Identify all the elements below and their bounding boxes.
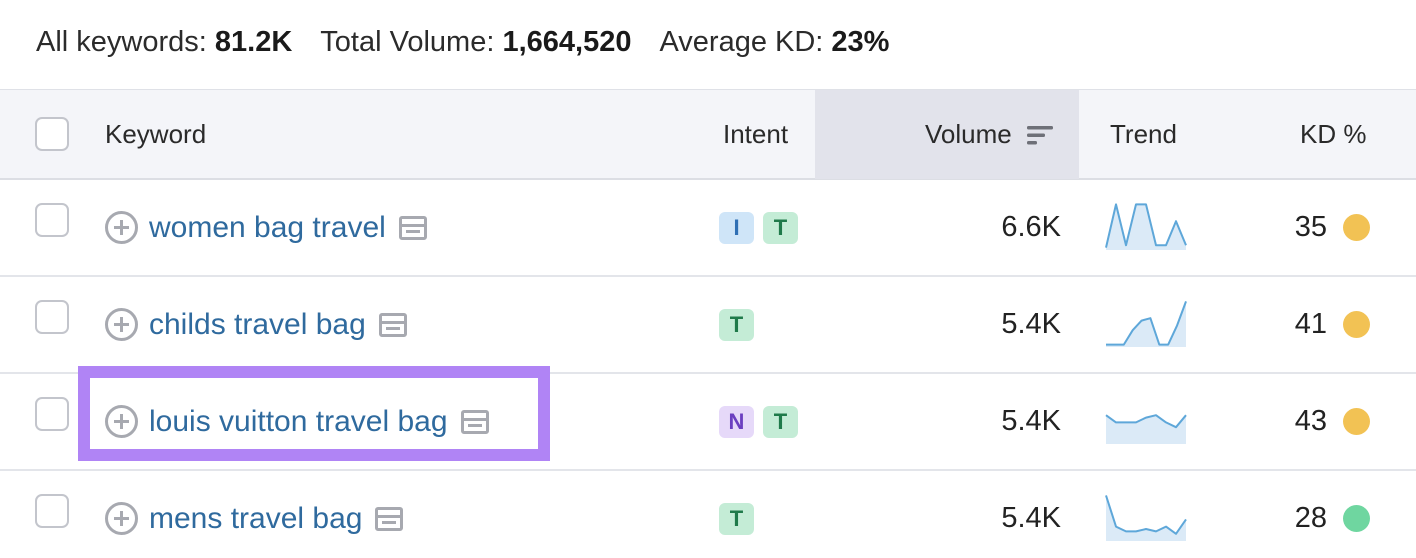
summary-average-kd: Average KD: 23%	[659, 25, 890, 58]
trend-line	[1105, 495, 1187, 535]
serp-features-icon[interactable]	[398, 215, 427, 240]
column-header-volume[interactable]: Volume	[925, 90, 1054, 179]
plus-circle-icon[interactable]	[105, 308, 138, 341]
summary-all-keywords: All keywords: 81.2K	[36, 25, 293, 58]
intent-cell: NT	[719, 374, 807, 469]
kd-difficulty-dot-icon	[1343, 408, 1370, 435]
keyword-link[interactable]: childs travel bag	[149, 308, 366, 342]
volume-value: 5.4K	[1001, 308, 1061, 340]
column-header-kd[interactable]: KD %	[1300, 90, 1366, 179]
keyword-link[interactable]: mens travel bag	[149, 502, 362, 536]
keyword-cell: women bag travel	[105, 180, 427, 275]
keyword-link[interactable]: women bag travel	[149, 211, 386, 245]
row-checkbox-icon[interactable]	[35, 397, 69, 431]
volume-value: 6.6K	[1001, 211, 1061, 243]
summary-total-volume: Total Volume: 1,664,520	[320, 25, 632, 58]
intent-cell: T	[719, 471, 763, 558]
column-header-volume-label: Volume	[925, 119, 1012, 149]
kd-difficulty-dot-icon	[1343, 214, 1370, 241]
trend-area	[1106, 495, 1186, 541]
trend-area	[1106, 301, 1186, 347]
serp-features-icon[interactable]	[375, 506, 404, 531]
plus-circle-icon[interactable]	[105, 211, 138, 244]
trend-sparkline	[1105, 203, 1187, 250]
intent-badge[interactable]: T	[763, 405, 798, 438]
kd-difficulty-dot-icon	[1343, 505, 1370, 532]
kd-value: 43	[1294, 405, 1327, 437]
table-row: childs travel bag T 5.4K 41	[0, 277, 1416, 374]
serp-features-icon[interactable]	[378, 312, 407, 337]
intent-cell: IT	[719, 180, 807, 275]
keyword-summary: All keywords: 81.2K Total Volume: 1,664,…	[36, 22, 917, 62]
select-all-checkbox-icon[interactable]	[35, 117, 69, 151]
row-checkbox-icon[interactable]	[35, 203, 69, 237]
trend-sparkline	[1106, 301, 1187, 347]
kd-value: 28	[1294, 502, 1327, 534]
intent-badge[interactable]: T	[763, 211, 798, 244]
row-checkbox-icon[interactable]	[35, 494, 69, 528]
plus-circle-icon[interactable]	[105, 502, 138, 535]
intent-badge[interactable]: T	[719, 502, 754, 535]
keywords-table: Keyword Intent Volume Trend KD % women b…	[0, 89, 1416, 558]
highlight-box	[78, 366, 550, 461]
intent-badge[interactable]: N	[719, 405, 754, 438]
table-row: mens travel bag T 5.4K 28	[0, 471, 1416, 558]
trend-area	[1106, 415, 1186, 444]
column-header-intent[interactable]: Intent	[723, 90, 788, 179]
intent-badge[interactable]: T	[719, 308, 754, 341]
column-header-keyword[interactable]: Keyword	[105, 90, 206, 179]
kd-difficulty-dot-icon	[1343, 311, 1370, 338]
keyword-cell: mens travel bag	[105, 471, 404, 558]
trend-sparkline	[1105, 414, 1187, 444]
kd-value: 41	[1294, 308, 1327, 340]
volume-value: 5.4K	[1001, 502, 1061, 534]
table-header: Keyword Intent Volume Trend KD %	[0, 89, 1416, 180]
intent-badge[interactable]: I	[719, 211, 754, 244]
trend-sparkline	[1105, 495, 1187, 541]
intent-cell: T	[719, 277, 763, 372]
volume-value: 5.4K	[1001, 405, 1061, 437]
sort-descending-icon[interactable]	[1026, 123, 1054, 147]
row-checkbox-icon[interactable]	[35, 300, 69, 334]
keyword-cell: childs travel bag	[105, 277, 407, 372]
table-row: women bag travel I T 6.6K 35	[0, 180, 1416, 277]
kd-value: 35	[1294, 211, 1327, 243]
column-header-trend: Trend	[1110, 119, 1177, 149]
